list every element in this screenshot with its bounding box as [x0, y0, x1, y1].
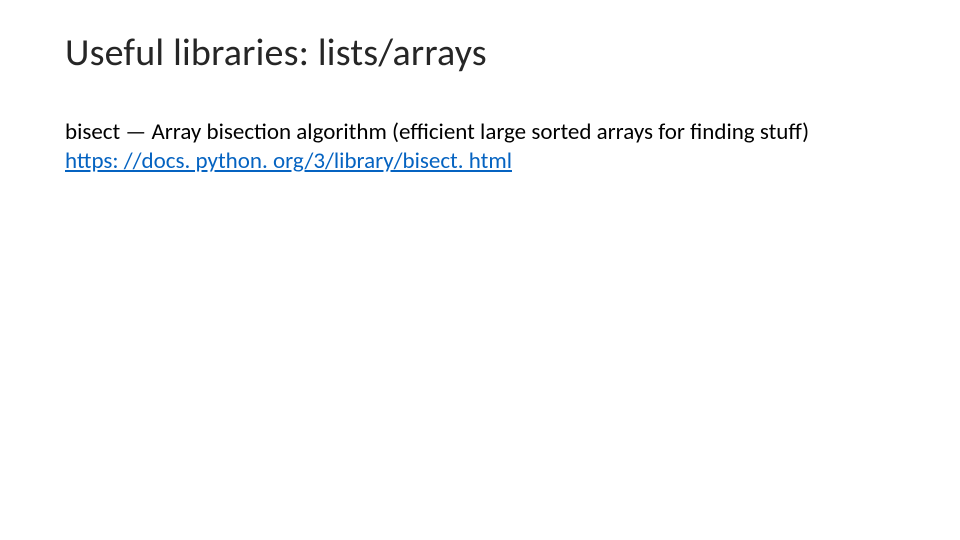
documentation-link[interactable]: https: //docs. python. org/3/library/bis… — [65, 147, 512, 175]
slide-title: Useful libraries: lists/arrays — [65, 30, 895, 76]
body-description: bisect — Array bisection algorithm (effi… — [65, 118, 809, 146]
slide-body: bisect — Array bisection algorithm (effi… — [65, 118, 895, 176]
